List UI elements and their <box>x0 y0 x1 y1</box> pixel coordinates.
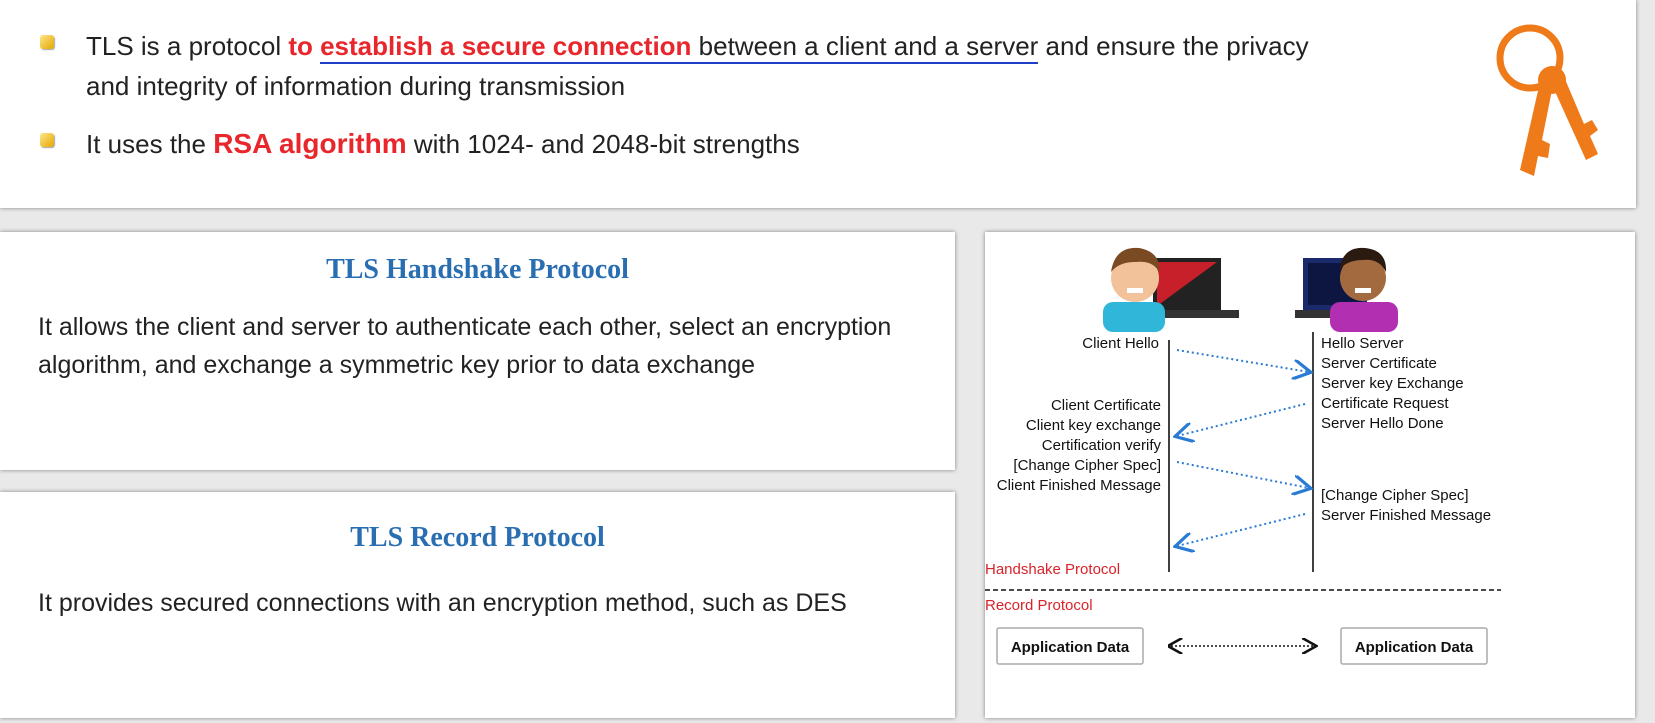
handshake-protocol-panel: TLS Handshake Protocol It allows the cli… <box>0 232 955 470</box>
client-msg-5: Client Finished Message <box>997 477 1161 494</box>
bullet-2-pre: It uses the <box>86 129 214 159</box>
app-data-right: Application Data <box>1355 639 1474 656</box>
handshake-description: It allows the client and server to authe… <box>38 313 892 379</box>
record-title: TLS Record Protocol <box>350 522 605 553</box>
record-protocol-panel: TLS Record Protocol It provides secured … <box>0 492 955 718</box>
server-msg-6: [Change Cipher Spec] <box>1321 487 1469 504</box>
keys-icon <box>1496 24 1598 176</box>
arrow-client-hello <box>1176 349 1309 372</box>
arrow-client-finished <box>1176 461 1309 488</box>
server-msg-3: Server key Exchange <box>1321 375 1464 392</box>
bullet-1-highlight-to: to <box>288 31 321 61</box>
intro-panel: TLS is a protocol to establish a secure … <box>0 0 1636 208</box>
arrow-server-finished <box>1177 513 1306 546</box>
bullet-1-mid: between a client and a server <box>691 31 1039 61</box>
bullet-icon <box>40 35 54 49</box>
record-description: It provides secured connections with an … <box>38 589 847 617</box>
client-avatar-icon <box>1103 247 1239 332</box>
handshake-protocol-label: Handshake Protocol <box>985 561 1120 578</box>
client-msg-1: Client Certificate <box>1051 397 1161 414</box>
client-msg-3: Certification verify <box>1042 437 1162 454</box>
client-msg-2: Client key exchange <box>1026 417 1161 434</box>
server-msg-7: Server Finished Message <box>1321 507 1491 524</box>
app-data-left: Application Data <box>1011 639 1130 656</box>
bullet-text-2: It uses the RSA algorithm with 1024- and… <box>86 124 800 164</box>
client-msg-4: [Change Cipher Spec] <box>1013 457 1161 474</box>
bullet-text-1: TLS is a protocol to establish a secure … <box>86 26 1309 106</box>
bullet-icon <box>40 133 54 147</box>
server-msg-5: Server Hello Done <box>1321 415 1444 432</box>
tls-handshake-diagram: Client Hello Client Certificate Client k… <box>985 247 1501 665</box>
server-msg-1: Hello Server <box>1321 335 1404 352</box>
bullet-item-2: It uses the RSA algorithm with 1024- and… <box>40 124 800 164</box>
client-hello-label: Client Hello <box>1082 335 1159 352</box>
server-avatar-icon <box>1295 247 1398 332</box>
bullet-1-pre: TLS is a protocol <box>86 31 289 61</box>
tls-diagram-panel: Client Hello Client Certificate Client k… <box>985 232 1635 718</box>
record-protocol-label: Record Protocol <box>985 597 1093 614</box>
server-msg-2: Server Certificate <box>1321 355 1437 372</box>
bullet-item-1: TLS is a protocol to establish a secure … <box>40 26 1309 106</box>
bullet-1-post: and ensure the privacy <box>1038 31 1309 61</box>
bullet-1-highlight: establish a secure connection <box>320 31 692 61</box>
bullet-1-line2: and integrity of information during tran… <box>86 71 626 101</box>
bullet-2-highlight: RSA algorithm <box>213 128 407 159</box>
handshake-title: TLS Handshake Protocol <box>326 254 629 285</box>
arrow-server-hello <box>1177 403 1306 436</box>
server-msg-4: Certificate Request <box>1321 395 1449 412</box>
bullet-2-post: with 1024- and 2048-bit strengths <box>406 129 800 159</box>
